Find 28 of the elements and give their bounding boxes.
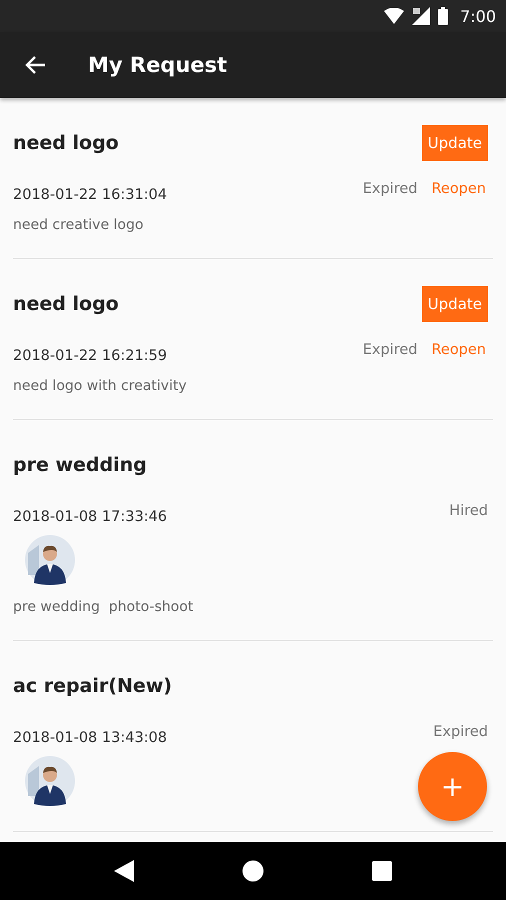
- reopen-link[interactable]: Reopen: [431, 181, 488, 197]
- status-label: Expired: [362, 181, 418, 197]
- status-label: Expired: [362, 342, 418, 358]
- screen-title: My Request: [88, 53, 228, 77]
- add-button[interactable]: +: [418, 752, 487, 821]
- update-button[interactable]: Update: [422, 125, 488, 161]
- request-date: 2018-01-08 17:33:46: [13, 508, 167, 525]
- request-description: need creative logo: [13, 217, 144, 233]
- request-title: need logo: [13, 132, 119, 154]
- request-date: 2018-01-22 16:31:04: [13, 186, 167, 203]
- request-date: 2018-01-08 13:43:08: [13, 729, 167, 746]
- reopen-link[interactable]: Reopen: [431, 342, 488, 358]
- request-title: need logo: [13, 293, 119, 315]
- wifi-icon: [384, 8, 404, 24]
- battery-icon: [438, 7, 448, 25]
- home-icon[interactable]: [242, 860, 264, 882]
- request-description: need logo with creativity: [13, 378, 188, 394]
- signal-icon: [412, 7, 430, 25]
- request-title: ac repair(New): [13, 675, 172, 697]
- back-arrow-icon[interactable]: [24, 55, 46, 75]
- back-icon[interactable]: [114, 860, 134, 882]
- update-button[interactable]: Update: [422, 286, 488, 322]
- status-label: Expired: [433, 724, 488, 740]
- request-description: pre wedding photo-shoot: [13, 599, 194, 615]
- request-date: 2018-01-22 16:21:59: [13, 347, 167, 364]
- request-title: pre wedding: [13, 454, 147, 476]
- clock-time: 7:00: [460, 6, 496, 26]
- status-label: Hired: [449, 503, 488, 519]
